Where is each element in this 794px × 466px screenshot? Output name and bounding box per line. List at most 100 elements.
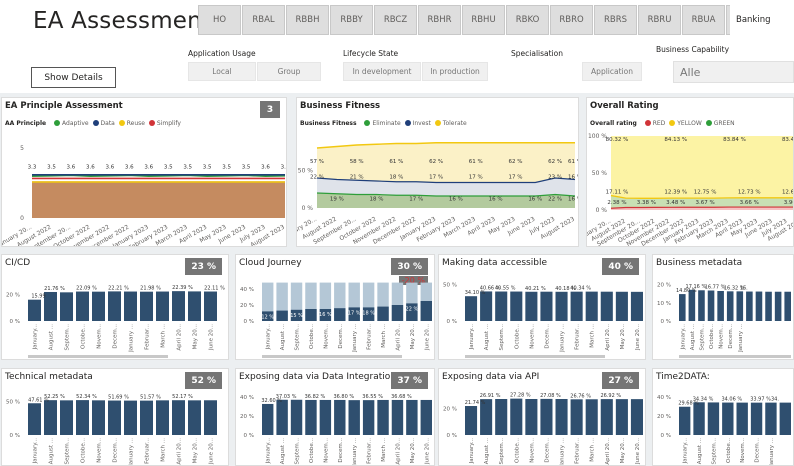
horizontal-scrollbar[interactable] — [262, 355, 402, 358]
tab-rbko[interactable]: RBKO — [506, 5, 549, 35]
horizontal-scrollbar[interactable] — [679, 355, 791, 358]
bar[interactable] — [736, 402, 748, 435]
bar[interactable] — [92, 400, 105, 435]
bar[interactable] — [765, 402, 777, 435]
bar[interactable] — [305, 399, 317, 435]
bar[interactable] — [348, 400, 360, 435]
bar[interactable] — [717, 291, 724, 321]
bar[interactable] — [76, 400, 89, 435]
bar[interactable] — [140, 400, 153, 435]
bar[interactable] — [124, 291, 137, 321]
bar[interactable] — [60, 400, 73, 435]
bar[interactable] — [204, 291, 217, 321]
tab-rbhr[interactable]: RBHR — [418, 5, 461, 35]
bar[interactable] — [540, 291, 553, 321]
tab-rbru[interactable]: RBRU — [638, 5, 681, 35]
bar[interactable] — [391, 305, 404, 321]
bar[interactable] — [420, 399, 432, 435]
bar[interactable] — [124, 400, 137, 435]
bar[interactable] — [276, 310, 288, 321]
bar[interactable] — [540, 398, 553, 435]
bar[interactable] — [465, 406, 478, 435]
bar[interactable] — [391, 399, 404, 435]
bar[interactable] — [495, 291, 508, 321]
tab-rbua[interactable]: RBUA — [682, 5, 725, 35]
bar[interactable] — [44, 291, 57, 321]
bar[interactable] — [570, 399, 583, 435]
bar[interactable] — [188, 400, 201, 435]
bar[interactable] — [570, 291, 583, 321]
bar[interactable] — [92, 291, 105, 321]
bar[interactable] — [262, 403, 274, 435]
bar[interactable] — [693, 402, 705, 435]
bar[interactable] — [615, 291, 628, 321]
bar[interactable] — [525, 291, 538, 321]
bar[interactable] — [555, 291, 568, 321]
bar[interactable] — [525, 399, 538, 435]
bar[interactable] — [510, 398, 523, 435]
tab-rbal[interactable]: RBAL — [242, 5, 285, 35]
bar[interactable] — [334, 308, 346, 321]
bar[interactable] — [172, 400, 185, 435]
bar[interactable] — [28, 403, 41, 435]
bar[interactable] — [630, 399, 643, 435]
bar[interactable] — [755, 291, 763, 321]
bar[interactable] — [707, 402, 720, 435]
bar[interactable] — [140, 291, 153, 321]
bar[interactable] — [679, 294, 686, 321]
bar[interactable] — [585, 291, 598, 321]
bar[interactable] — [698, 290, 705, 321]
bar[interactable] — [156, 291, 169, 321]
bar[interactable] — [600, 399, 613, 435]
slicer-local[interactable]: Local — [188, 62, 256, 81]
business-capability-dropdown[interactable]: Alle — [673, 61, 794, 83]
bar[interactable] — [585, 399, 598, 435]
bar[interactable] — [28, 299, 41, 321]
bar[interactable] — [736, 291, 744, 321]
bar[interactable] — [76, 291, 89, 321]
bar[interactable] — [784, 291, 791, 321]
bar[interactable] — [688, 289, 696, 321]
slicer-application[interactable]: Application — [582, 62, 642, 81]
bar[interactable] — [290, 399, 303, 435]
bar[interactable] — [726, 291, 734, 321]
bar[interactable] — [630, 291, 643, 321]
bar[interactable] — [319, 399, 332, 435]
tab-rbcz[interactable]: RBCZ — [374, 5, 417, 35]
bar[interactable] — [276, 399, 288, 435]
bar[interactable] — [555, 399, 568, 435]
tab-banking[interactable]: Banking — [730, 5, 794, 35]
bar[interactable] — [406, 399, 418, 435]
tab-rbrs[interactable]: RBRS — [594, 5, 637, 35]
bar[interactable] — [172, 291, 185, 321]
bar[interactable] — [510, 291, 523, 321]
bar[interactable] — [108, 291, 121, 321]
bar[interactable] — [188, 291, 201, 321]
bar[interactable] — [465, 296, 478, 321]
slicer-in-production[interactable]: In production — [422, 62, 488, 81]
bar[interactable] — [495, 399, 508, 435]
tab-ho[interactable]: HO — [198, 5, 241, 35]
horizontal-scrollbar[interactable] — [28, 355, 168, 358]
bar[interactable] — [600, 291, 613, 321]
bar[interactable] — [156, 400, 169, 435]
bar[interactable] — [779, 402, 791, 435]
show-details-button[interactable]: Show Details — [31, 67, 116, 88]
bar[interactable] — [362, 400, 375, 435]
bar[interactable] — [108, 400, 121, 435]
bar[interactable] — [722, 402, 734, 435]
bar[interactable] — [420, 301, 432, 321]
slicer-in-development[interactable]: In development — [343, 62, 421, 81]
bar[interactable] — [746, 291, 753, 321]
tab-rbhu[interactable]: RBHU — [462, 5, 505, 35]
bar[interactable] — [707, 290, 715, 321]
bar[interactable] — [774, 291, 782, 321]
bar[interactable] — [305, 309, 317, 321]
bar[interactable] — [44, 400, 57, 435]
bar[interactable] — [334, 399, 346, 435]
bar[interactable] — [750, 402, 763, 435]
bar[interactable] — [377, 399, 389, 435]
bar[interactable] — [679, 406, 691, 435]
tab-rbbh[interactable]: RBBH — [286, 5, 329, 35]
bar[interactable] — [377, 306, 389, 321]
